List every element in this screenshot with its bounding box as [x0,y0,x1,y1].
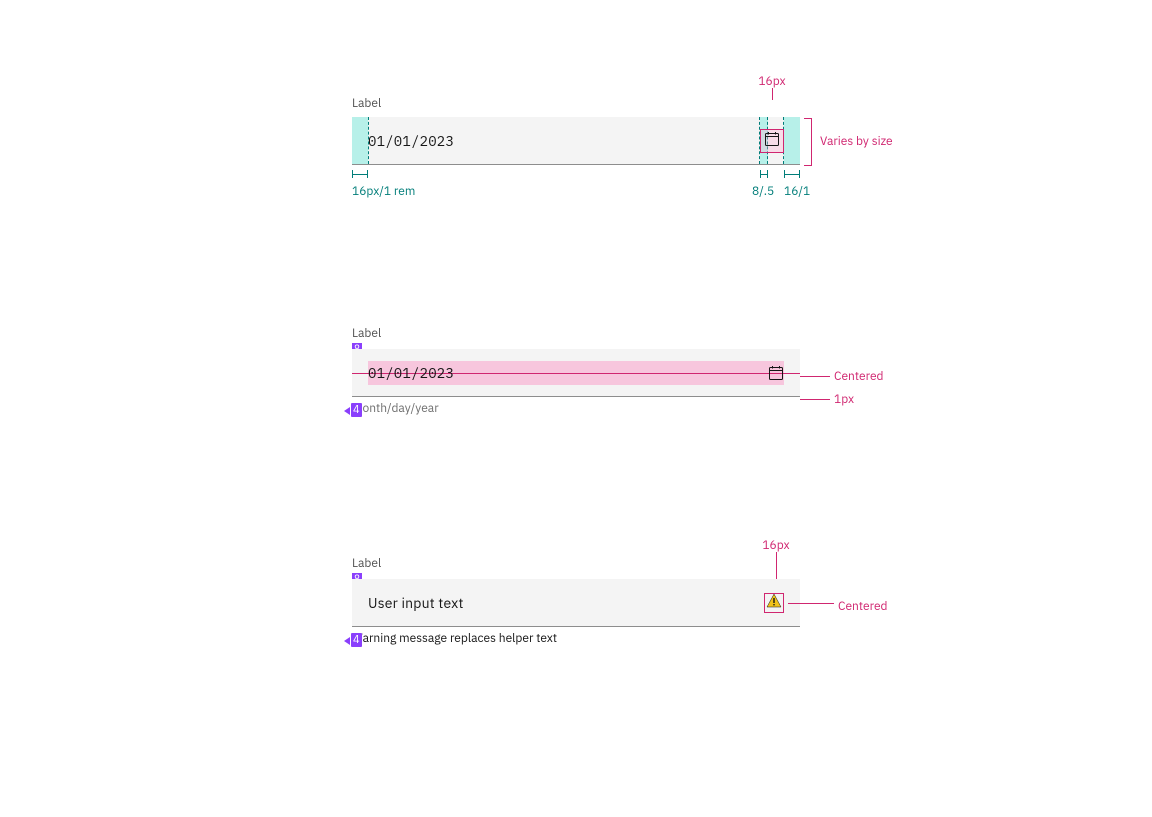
calendar-icon[interactable] [764,131,780,151]
helper-gap-badge: 4 [351,633,362,647]
annotation-line [776,552,777,580]
warning-message: Warning message replaces helper text [352,631,800,646]
guide-line [368,117,369,164]
dimension-bracket-right [784,170,800,178]
field-label: Label [352,96,800,111]
height-bracket [804,118,812,166]
dimension-label-gap: 8/.5 [752,184,774,199]
calendar-icon-box [760,129,784,153]
dimension-bracket-gap [760,170,768,178]
icon-size-annotation: 16px [762,538,789,553]
icon-size-annotation: 16px [758,74,785,89]
date-picker-spec-alignment: Label 8 01/01/2023 Centered 1px 4 month/ [352,326,800,416]
dimension-label-left: 16px/1 rem [352,184,415,199]
centered-annotation: Centered [834,369,884,384]
arrow-left-icon [344,407,350,415]
field-label: Label [352,326,800,341]
arrow-left-icon [344,637,350,645]
height-annotation: Varies by size [820,134,893,149]
warning-icon [766,593,782,613]
date-value: 01/01/2023 [368,132,454,150]
annotation-line [800,376,830,377]
input-value: User input text [368,594,464,612]
date-value: 01/01/2023 [368,364,454,382]
date-input-field[interactable]: 01/01/2023 [352,349,800,397]
spec-canvas: Label 16px 01/01/2023 [0,0,1152,817]
dimension-label-right: 16/1 [784,184,810,199]
calendar-icon[interactable] [768,365,784,381]
date-input-field[interactable]: 01/01/2023 [352,117,800,165]
dimension-bracket-left [352,170,368,178]
warning-icon-box [764,593,784,613]
border-annotation: 1px [834,392,854,407]
date-picker-spec-padding: Label 16px 01/01/2023 [352,96,800,165]
helper-gap-badge: 4 [351,403,362,417]
field-label: Label [352,556,800,571]
date-picker-spec-warning: Label 8 16px User input text Centered 4 … [352,556,800,646]
annotation-line [772,88,773,100]
helper-text: month/day/year [352,401,800,416]
padding-highlight-left [352,117,368,164]
text-input-field[interactable]: User input text [352,579,800,627]
annotation-line [788,603,834,604]
padding-highlight-right [784,117,800,164]
annotation-line [800,399,830,400]
centered-annotation: Centered [838,599,888,614]
